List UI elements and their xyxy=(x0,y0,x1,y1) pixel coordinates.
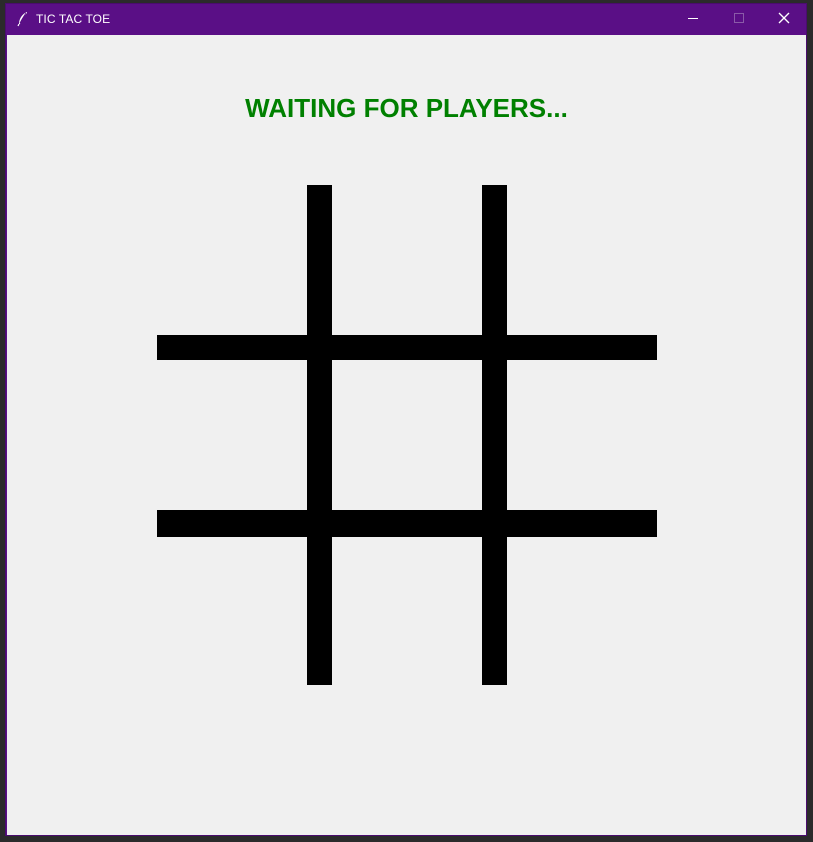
minimize-button[interactable] xyxy=(670,4,716,34)
board-cell-1-2[interactable] xyxy=(507,360,657,510)
minimize-icon xyxy=(687,12,699,27)
app-window: TIC TAC TOE WAITING FOR PLAYERS... xyxy=(5,3,807,836)
maximize-button[interactable] xyxy=(716,4,762,34)
maximize-icon xyxy=(733,12,745,27)
board-cell-0-0[interactable] xyxy=(157,185,307,335)
grid-line-horizontal-top xyxy=(157,335,657,360)
board-cell-1-0[interactable] xyxy=(157,360,307,510)
feather-icon xyxy=(16,11,30,27)
grid-line-horizontal-bottom xyxy=(157,510,657,537)
board-cell-2-0[interactable] xyxy=(157,535,307,685)
board-cell-2-1[interactable] xyxy=(332,535,482,685)
board-cell-1-1[interactable] xyxy=(332,360,482,510)
tic-tac-toe-board[interactable] xyxy=(157,185,657,685)
board-cell-2-2[interactable] xyxy=(507,535,657,685)
window-title: TIC TAC TOE xyxy=(36,12,111,26)
status-message: WAITING FOR PLAYERS... xyxy=(245,93,568,123)
close-icon xyxy=(778,12,790,27)
close-button[interactable] xyxy=(761,4,807,34)
title-bar[interactable]: TIC TAC TOE xyxy=(6,4,806,34)
game-canvas[interactable]: WAITING FOR PLAYERS... xyxy=(7,35,806,835)
grid-line-vertical-left xyxy=(307,185,332,685)
grid-line-vertical-right xyxy=(482,185,507,685)
board-cell-0-2[interactable] xyxy=(507,185,657,335)
board-cell-0-1[interactable] xyxy=(332,185,482,335)
